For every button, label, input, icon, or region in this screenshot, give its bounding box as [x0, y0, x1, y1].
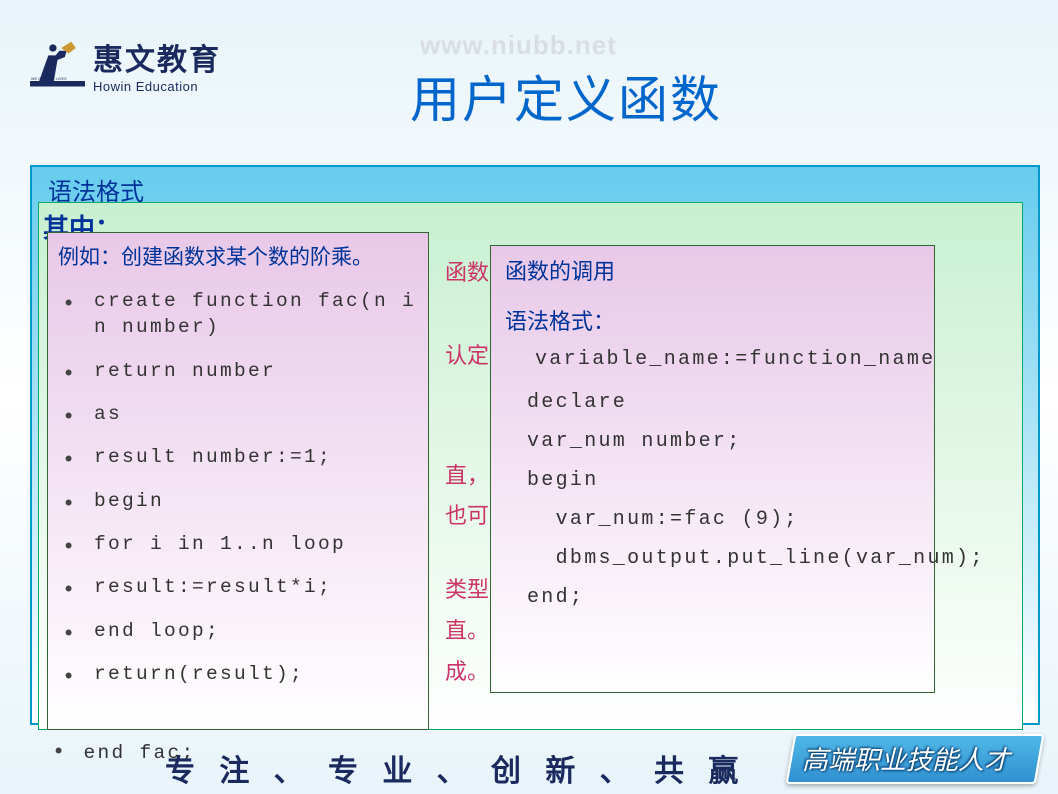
slide-title: 用户定义函数	[410, 60, 722, 132]
code-line: return number	[58, 358, 418, 384]
footer-badge: 高端职业技能人才	[790, 734, 1040, 784]
code-line: end loop;	[58, 618, 418, 644]
example-title: 例如：创建函数求某个数的阶乘。	[58, 241, 418, 271]
svg-text:WE CHANGE LIVES: WE CHANGE LIVES	[31, 77, 67, 81]
code-line: begin	[58, 488, 418, 514]
code-line: return(result);	[58, 661, 418, 687]
code-line: result:=result*i;	[58, 574, 418, 600]
logo-text-en: Howin Education	[93, 79, 221, 94]
code-right-block: declare var_num number; begin var_num:=f…	[505, 383, 920, 617]
syntax-label-right: 语法格式：	[505, 304, 920, 336]
logo-text-cn: 惠文教育	[93, 35, 221, 79]
code-line: for i in 1..n loop	[58, 531, 418, 557]
logo-area: WE CHANGE LIVES 惠文教育 Howin Education	[30, 35, 221, 94]
code-line: result number:=1;	[58, 444, 418, 470]
mid-text-2: 认定	[445, 338, 489, 370]
watermark-text: www.niubb.net	[420, 30, 617, 61]
code-line: create function fac(n in number)	[58, 288, 418, 341]
logo-icon: WE CHANGE LIVES	[30, 37, 85, 92]
mid-text-6: 成。	[445, 654, 489, 686]
mid-text-4: 类型	[445, 572, 489, 604]
left-code-box: 例如：创建函数求某个数的阶乘。 create function fac(n in…	[47, 232, 429, 730]
mid-text-5: 直。	[445, 613, 489, 645]
code-right-line1: variable_name:=function_name	[505, 340, 920, 379]
footer-slogan: 专 注 、 专 业 、 创 新 、 共 赢	[165, 746, 746, 790]
code-list-left: create function fac(n in number) return n…	[58, 288, 418, 687]
right-code-box: 函数的调用 语法格式： variable_name:=function_name…	[490, 245, 935, 693]
code-line: as	[58, 401, 418, 427]
badge-text: 高端职业技能人才	[802, 740, 1010, 777]
mid-text-1: 函数	[445, 255, 489, 287]
call-title: 函数的调用	[505, 254, 920, 286]
